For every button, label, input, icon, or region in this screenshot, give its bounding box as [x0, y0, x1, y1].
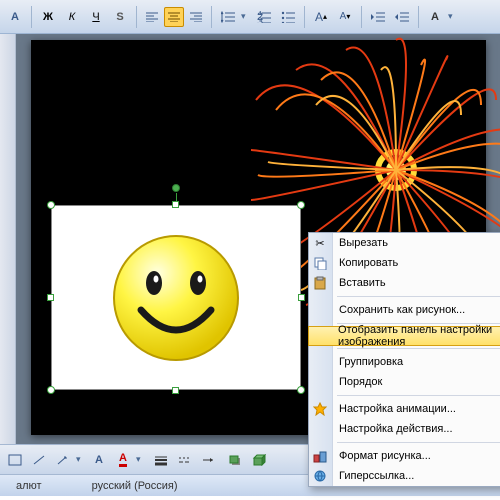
font-color-button[interactable]: A [424, 6, 446, 28]
separator [136, 6, 137, 28]
menu-label: Настройка действия... [339, 423, 453, 435]
menu-cut[interactable]: ✂ Вырезать [309, 233, 500, 253]
decrease-font-button[interactable]: A▾ [334, 6, 356, 28]
status-slide-title: алют [6, 480, 52, 492]
menu-label: Копировать [339, 257, 398, 269]
line-button[interactable] [28, 449, 50, 471]
menu-label: Порядок [339, 376, 382, 388]
bold-button[interactable]: Ж [37, 6, 59, 28]
arrow-style-button[interactable] [198, 449, 220, 471]
menu-order[interactable]: Порядок ▶ [309, 372, 500, 392]
increase-font-button[interactable]: A▴ [310, 6, 332, 28]
resize-handle-l[interactable] [47, 294, 54, 301]
shadow-style-button[interactable] [224, 449, 246, 471]
smiley-image [106, 228, 246, 368]
menu-save-as-picture[interactable]: Сохранить как рисунок... [309, 300, 500, 320]
3d-style-button[interactable] [248, 449, 270, 471]
resize-handle-b[interactable] [172, 387, 179, 394]
menu-label: Гиперссылка... [339, 470, 414, 482]
cut-icon: ✂ [312, 235, 328, 251]
svg-text:3: 3 [257, 16, 263, 23]
font-dropdown[interactable]: A [4, 6, 26, 28]
menu-separator [337, 348, 500, 349]
rotation-handle[interactable] [172, 184, 180, 192]
separator [304, 6, 305, 28]
line-style-button[interactable] [150, 449, 172, 471]
separator [211, 6, 212, 28]
animation-icon [312, 401, 328, 417]
align-right-button[interactable] [186, 7, 206, 27]
menu-separator [337, 395, 500, 396]
separator [361, 6, 362, 28]
italic-button[interactable]: К [61, 6, 83, 28]
bullet-list-button[interactable] [277, 6, 299, 28]
workspace: ✂ Вырезать Копировать Вставить Сохранить… [0, 34, 500, 444]
copy-icon [312, 255, 328, 271]
menu-grouping[interactable]: Группировка ▶ [309, 352, 500, 372]
hyperlink-icon [312, 468, 328, 484]
resize-handle-tl[interactable] [47, 201, 55, 209]
menu-format-picture[interactable]: Формат рисунка... [309, 446, 500, 466]
resize-handle-t[interactable] [172, 201, 179, 208]
textbox-button[interactable]: A [88, 449, 110, 471]
menu-label: Вырезать [339, 237, 388, 249]
menu-animation-settings[interactable]: Настройка анимации... [309, 399, 500, 419]
menu-copy[interactable]: Копировать [309, 253, 500, 273]
dash-style-button[interactable] [174, 449, 196, 471]
font-color-button[interactable]: A [112, 449, 134, 471]
line-spacing-button[interactable] [217, 6, 239, 28]
numbered-list-button[interactable]: 123 [253, 6, 275, 28]
menu-label: Сохранить как рисунок... [339, 304, 465, 316]
shadow-button[interactable]: S [109, 6, 131, 28]
autoshapes-button[interactable] [4, 449, 26, 471]
menu-separator [337, 296, 500, 297]
separator [31, 6, 32, 28]
context-menu: ✂ Вырезать Копировать Вставить Сохранить… [308, 232, 500, 487]
align-left-button[interactable] [142, 7, 162, 27]
menu-action-settings[interactable]: Настройка действия... [309, 419, 500, 439]
dropdown-icon[interactable]: ▾ [448, 11, 458, 22]
status-language: русский (Россия) [82, 480, 188, 492]
menu-label: Отобразить панель настройки изображения [338, 324, 500, 348]
menu-label: Группировка [339, 356, 403, 368]
menu-label: Вставить [339, 277, 386, 289]
menu-paste[interactable]: Вставить [309, 273, 500, 293]
dropdown-icon[interactable]: ▾ [136, 454, 146, 465]
increase-indent-button[interactable] [391, 6, 413, 28]
align-center-button[interactable] [164, 7, 184, 27]
decrease-indent-button[interactable] [367, 6, 389, 28]
menu-label: Настройка анимации... [339, 403, 456, 415]
separator [418, 6, 419, 28]
resize-handle-bl[interactable] [47, 386, 55, 394]
resize-handle-tr[interactable] [297, 201, 305, 209]
menu-show-picture-toolbar[interactable]: Отобразить панель настройки изображения [308, 326, 500, 346]
resize-handle-br[interactable] [297, 386, 305, 394]
paste-icon [312, 275, 328, 291]
selected-picture[interactable] [51, 205, 301, 390]
arrow-button[interactable] [52, 449, 74, 471]
slide-panel-scrollbar[interactable] [0, 34, 16, 444]
menu-separator [337, 442, 500, 443]
format-picture-icon [312, 448, 328, 464]
dropdown-icon[interactable]: ▾ [241, 11, 251, 22]
slide-canvas[interactable]: ✂ Вырезать Копировать Вставить Сохранить… [16, 34, 500, 444]
formatting-toolbar[interactable]: A Ж К Ч S ▾ 123 A▴ A▾ A ▾ [0, 0, 500, 34]
resize-handle-r[interactable] [298, 294, 305, 301]
dropdown-icon[interactable]: ▾ [76, 454, 86, 465]
menu-hyperlink[interactable]: Гиперссылка... [309, 466, 500, 486]
menu-label: Формат рисунка... [339, 450, 431, 462]
underline-button[interactable]: Ч [85, 6, 107, 28]
